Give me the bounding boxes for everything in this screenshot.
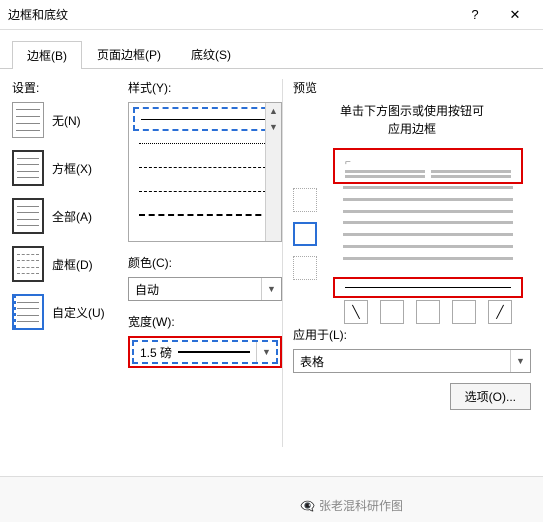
tab-shading[interactable]: 底纹(S) bbox=[176, 40, 246, 68]
preview-diag2-button[interactable]: ╱ bbox=[488, 300, 512, 324]
options-button[interactable]: 选项(O)... bbox=[450, 383, 531, 410]
preview-vmid-border-button[interactable] bbox=[416, 300, 440, 324]
tab-border[interactable]: 边框(B) bbox=[12, 41, 82, 69]
apply-to-label: 应用于(L): bbox=[293, 326, 531, 343]
style-item-dash2[interactable] bbox=[133, 179, 277, 203]
chevron-down-icon: ▼ bbox=[261, 278, 281, 300]
preview-diag-button[interactable]: ╲ bbox=[344, 300, 368, 324]
style-list[interactable]: ▲▼ bbox=[128, 102, 282, 242]
style-scrollbar[interactable]: ▲▼ bbox=[265, 103, 281, 241]
preview-top-border-button[interactable] bbox=[293, 188, 317, 212]
settings-label: 设置: bbox=[12, 79, 122, 96]
all-icon bbox=[12, 198, 44, 234]
style-label: 样式(Y): bbox=[128, 79, 282, 96]
preview-left-border-button[interactable] bbox=[380, 300, 404, 324]
width-highlight: 1.5 磅 ▼ bbox=[128, 336, 282, 368]
setting-none[interactable]: 无(N) bbox=[12, 102, 122, 138]
preview-box[interactable]: ⌐ ╲ ╱ bbox=[325, 148, 531, 318]
window-title: 边框和底纹 bbox=[8, 6, 455, 23]
watermark: 👁‍🗨 张老混科研作图 bbox=[300, 497, 403, 514]
chevron-down-icon: ▼ bbox=[256, 342, 276, 362]
close-button[interactable]: ✕ bbox=[495, 1, 535, 29]
tab-bar: 边框(B) 页面边框(P) 底纹(S) bbox=[0, 40, 543, 69]
preview-hint: 单击下方图示或使用按钮可应用边框 bbox=[293, 102, 531, 138]
preview-hmid-border-button[interactable] bbox=[293, 222, 317, 246]
apply-to-dropdown[interactable]: 表格 ▼ bbox=[293, 349, 531, 373]
chevron-down-icon: ▼ bbox=[510, 350, 530, 372]
custom-icon bbox=[12, 294, 44, 330]
style-item-dash1[interactable] bbox=[133, 155, 277, 179]
width-dropdown[interactable]: 1.5 磅 ▼ bbox=[132, 340, 278, 364]
tab-page-border[interactable]: 页面边框(P) bbox=[82, 40, 176, 68]
style-item-dash3[interactable] bbox=[133, 203, 277, 227]
box-icon bbox=[12, 150, 44, 186]
style-item-dot[interactable] bbox=[133, 131, 277, 155]
style-item-solid[interactable] bbox=[133, 107, 277, 131]
setting-box[interactable]: 方框(X) bbox=[12, 150, 122, 186]
wechat-icon: 👁‍🗨 bbox=[300, 499, 315, 513]
color-dropdown[interactable]: 自动 ▼ bbox=[128, 277, 282, 301]
color-label: 颜色(C): bbox=[128, 254, 282, 271]
preview-right-border-button[interactable] bbox=[452, 300, 476, 324]
preview-bottom-border-button[interactable] bbox=[293, 256, 317, 280]
dash-icon bbox=[12, 246, 44, 282]
preview-label: 预览 bbox=[293, 79, 531, 96]
width-label: 宽度(W): bbox=[128, 313, 282, 330]
none-icon bbox=[12, 102, 44, 138]
setting-custom[interactable]: 自定义(U) bbox=[12, 294, 122, 330]
help-button[interactable]: ? bbox=[455, 1, 495, 29]
setting-dashed[interactable]: 虚框(D) bbox=[12, 246, 122, 282]
setting-all[interactable]: 全部(A) bbox=[12, 198, 122, 234]
